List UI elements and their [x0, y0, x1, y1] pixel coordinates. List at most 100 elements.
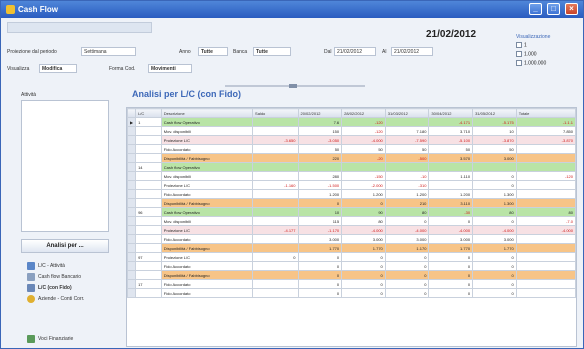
description-cell: Proiezione L/C	[160, 252, 254, 262]
table-row[interactable]: ▶ 1 Cash flow Operativo 7.6 -120 -4.171 -5.175…	[127, 117, 576, 127]
lc-cell	[135, 225, 162, 235]
lc-cell	[135, 135, 162, 145]
value-cell: 0	[341, 270, 386, 280]
splitter-knob[interactable]	[289, 84, 297, 88]
menu-item-cash-flow-bancario[interactable]: Cash flow Bancario	[27, 272, 81, 282]
splitter-handle[interactable]	[225, 84, 365, 88]
column-header[interactable]: 20/02/2012	[297, 108, 343, 118]
check-1000000[interactable]: 1.000.000	[516, 60, 546, 66]
value-cell	[515, 288, 576, 298]
column-header[interactable]: 30/04/2012	[428, 108, 474, 118]
table-row[interactable]: Proiezione L/C -4.177 -1.170 -4.000 -4.000 -4…	[127, 225, 576, 235]
banca-select[interactable]: Tutte	[253, 47, 291, 56]
analisi-per-button[interactable]: Analisi per ...	[21, 239, 109, 253]
column-header[interactable]: 28/02/2012	[341, 108, 386, 118]
table-row[interactable]: Fido Accordato 1.200 1.200 1.200 1.200 1.300	[127, 189, 576, 199]
description-cell: Mov. disponibili	[160, 171, 254, 181]
column-header[interactable]: Totale	[515, 108, 576, 118]
table-row[interactable]: Disponibilità / Fabbisogno 220 -20 -500 3.57…	[127, 153, 576, 163]
value-cell	[252, 270, 299, 280]
close-icon[interactable]: ×	[565, 3, 578, 15]
description-cell: Fido Accordato	[160, 234, 254, 244]
table-row[interactable]: Fido Accordato 50 50 50 50 50	[127, 144, 576, 154]
table-row[interactable]: Disponibilità / Fabbisogno 0 0 210 3.110 1.30…	[127, 198, 576, 208]
check-1[interactable]: 1	[516, 42, 527, 48]
table-row[interactable]: Proiezione L/C -3.650 -3.050 -4.000 -7.590 -5…	[127, 135, 576, 145]
window-title: Cash Flow	[18, 5, 59, 14]
check-1000[interactable]: 1.000	[516, 51, 537, 57]
description-cell: Disponibilità / Fabbisogno	[160, 270, 254, 280]
column-header[interactable]: Saldo	[252, 108, 299, 118]
table-row[interactable]: 97 Proiezione L/C 0 0 0 0 0 0	[127, 252, 576, 262]
column-header[interactable]	[127, 108, 137, 118]
coin-icon	[27, 294, 35, 303]
anno-select[interactable]: Tutte	[198, 47, 228, 56]
lc-cell	[135, 216, 162, 226]
value-cell	[252, 144, 299, 154]
table-row[interactable]: Fido Accordato 0 0 0 0 0	[127, 261, 576, 271]
description-cell: Disponibilità / Fabbisogno	[160, 198, 254, 208]
row-indicator	[127, 180, 137, 190]
lc-cell: 17	[135, 279, 162, 289]
table-row[interactable]: 96 Cash flow Operativo 10 90 80 -30 80 80	[127, 207, 576, 217]
value-cell: -4.171	[428, 117, 474, 127]
row-indicator	[127, 288, 137, 298]
value-cell: -7.0	[515, 216, 576, 226]
value-cell: -4.000	[428, 225, 474, 235]
value-cell: 0	[341, 261, 386, 271]
report-table: L/C Descrizione Saldo 20/02/2012 28/02/2012 3…	[127, 108, 576, 298]
view-select[interactable]: Modifica	[39, 64, 77, 73]
value-cell: -4.000	[472, 225, 517, 235]
table-row[interactable]: Mov. disponibili 280 -150 -10 1.110 0 -120	[127, 171, 576, 181]
value-cell: 7.180	[384, 126, 430, 136]
column-header[interactable]: 31/03/2012	[384, 108, 430, 118]
table-row[interactable]: Fido Accordato 0 0 0 0 0	[127, 288, 576, 298]
lc-cell	[135, 261, 162, 271]
menu-item-lc-attivita[interactable]: L/C - Attività	[27, 261, 65, 271]
lc-cell: 1	[135, 117, 162, 127]
table-row[interactable]: Fido Accordato 3.000 3.000 3.000 3.000 3.000	[127, 234, 576, 244]
value-cell: -4.000	[341, 135, 386, 145]
checks-title: Visualizzazione	[516, 34, 551, 40]
menu-item-voci-finanziarie[interactable]: Voci Finanziarie	[27, 334, 73, 344]
value-cell: 0	[384, 216, 430, 226]
row-indicator	[127, 198, 137, 208]
table-row[interactable]: Proiezione L/C -1.160 -1.500 -2.000 -310 0	[127, 180, 576, 190]
description-cell: Disponibilità / Fabbisogno	[160, 243, 254, 253]
value-cell: 0	[252, 252, 299, 262]
table-row[interactable]: 17 Fido Accordato 0 0 0 0 0	[127, 279, 576, 289]
value-cell	[252, 171, 299, 181]
al-date-field[interactable]: 21/02/2012	[391, 47, 433, 56]
report-grid[interactable]: L/C Descrizione Saldo 20/02/2012 28/02/2012 3…	[126, 107, 577, 347]
value-cell: 0	[428, 261, 474, 271]
value-cell: 0	[384, 270, 430, 280]
maximize-icon[interactable]: □	[547, 3, 560, 15]
value-cell: -1.1.1	[515, 117, 576, 127]
value-cell: -310	[384, 180, 430, 190]
column-header[interactable]: L/C	[135, 108, 162, 118]
dal-date-field[interactable]: 21/02/2012	[334, 47, 376, 56]
value-cell: -3.650	[252, 135, 299, 145]
table-row[interactable]: Mov. disponibili 115 80 0 0 0 -7.0	[127, 216, 576, 226]
forma-select[interactable]: Movimenti	[148, 64, 192, 73]
table-row[interactable]: Disponibilità / Fabbisogno 1.770 1.770 1.17…	[127, 243, 576, 253]
table-row[interactable]: Mov. disponibili 150 -120 7.180 3.710 10 7.850	[127, 126, 576, 136]
value-cell: 0	[297, 198, 343, 208]
menu-item-lc-con-fido[interactable]: L/C (con Fido)	[27, 283, 72, 293]
value-cell: 0	[472, 180, 517, 190]
value-cell: 50	[428, 144, 474, 154]
minimize-icon[interactable]: _	[529, 3, 542, 15]
column-header[interactable]: 31/05/2012	[472, 108, 517, 118]
table-row[interactable]: 14 Cash flow Operativo	[127, 162, 576, 172]
description-cell: Cash flow Operativo	[160, 207, 254, 217]
menu-item-aziende-conti[interactable]: Aziende - Conti Corr.	[27, 294, 84, 304]
value-cell: 1.770	[472, 243, 517, 253]
column-header[interactable]: Descrizione	[160, 108, 254, 118]
proiezione-select[interactable]: Settimana	[81, 47, 136, 56]
value-cell	[515, 180, 576, 190]
row-indicator	[127, 126, 137, 136]
row-indicator	[127, 207, 137, 217]
table-row[interactable]: Disponibilità / Fabbisogno 0 0 0 0 0	[127, 270, 576, 280]
value-cell: 220	[297, 153, 343, 163]
attivita-list[interactable]	[21, 100, 109, 232]
